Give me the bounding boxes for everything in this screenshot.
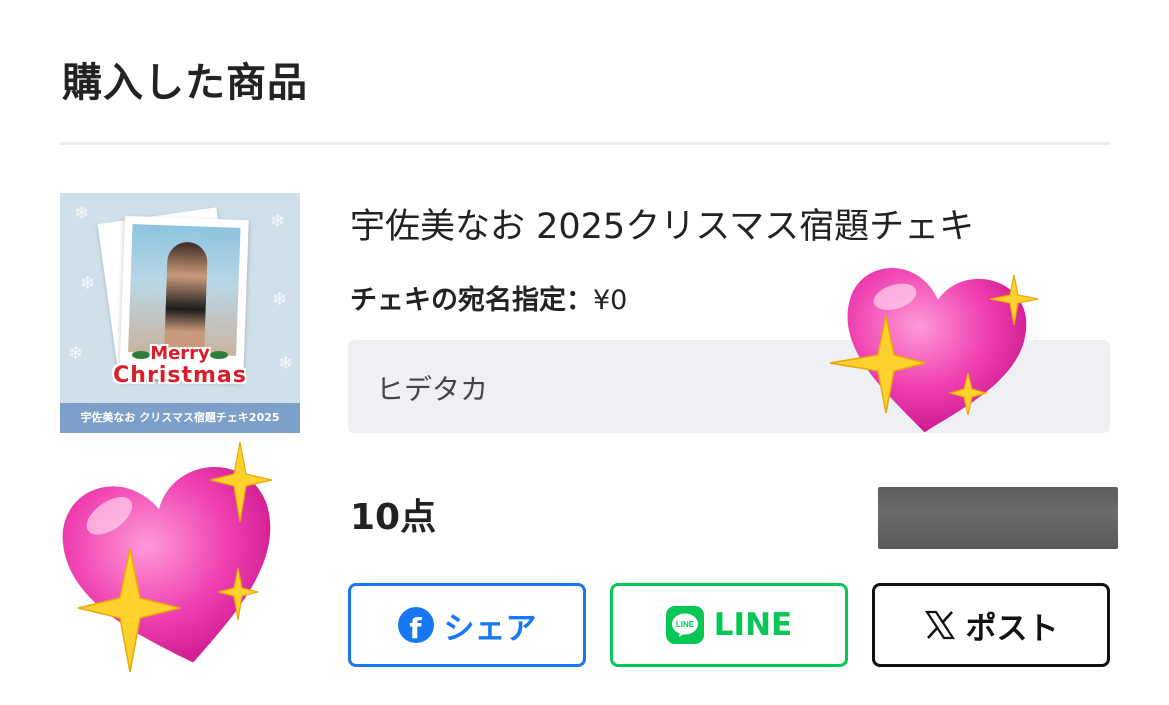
photo-image	[128, 224, 241, 356]
option-line: チェキの宛名指定：¥0	[350, 278, 627, 317]
facebook-icon: f	[397, 607, 434, 643]
snowflake-icon: ❄	[272, 289, 288, 310]
snowflake-icon: ❄	[80, 273, 96, 294]
photo-figure	[164, 241, 208, 355]
christmas-text: Christmas	[113, 363, 247, 388]
snowflake-icon: ❄	[74, 203, 90, 224]
redacted-block	[878, 487, 1118, 549]
option-price: ¥0	[593, 285, 628, 316]
facebook-share-label: シェア	[443, 610, 537, 647]
svg-text:LINE: LINE	[676, 620, 695, 629]
line-share-button[interactable]: LINE LINE	[610, 583, 848, 667]
snowflake-icon: ❄	[270, 211, 286, 232]
line-icon: LINE	[665, 606, 704, 644]
merry-text: Merry	[150, 343, 210, 364]
line-share-label: LINE	[713, 607, 793, 643]
sparkling-heart-icon	[826, 255, 1046, 445]
option-value: ヒデタカ	[376, 373, 489, 406]
section-title: 購入した商品	[62, 60, 308, 106]
product-title[interactable]: 宇佐美なお 2025クリスマス宿題チェキ	[350, 198, 974, 249]
purchased-items-page: 購入した商品 ❄ ❄ ❄ ❄ ❄ ❄ Merry Christmas 宇佐美なお…	[0, 0, 1169, 705]
x-post-button[interactable]: ポスト	[872, 583, 1110, 667]
option-label: チェキの宛名指定：	[350, 285, 593, 316]
x-post-label: ポスト	[965, 610, 1059, 647]
thumbnail-band-text: 宇佐美なお クリスマス宿題チェキ2025	[60, 403, 300, 433]
product-thumbnail[interactable]: ❄ ❄ ❄ ❄ ❄ ❄ Merry Christmas 宇佐美なお クリスマス宿…	[60, 193, 300, 433]
quantity: 10点	[350, 497, 437, 538]
divider	[60, 142, 1110, 145]
facebook-share-button[interactable]: f シェア	[348, 583, 586, 667]
sparkling-heart-icon	[50, 440, 290, 685]
x-icon	[924, 609, 956, 641]
